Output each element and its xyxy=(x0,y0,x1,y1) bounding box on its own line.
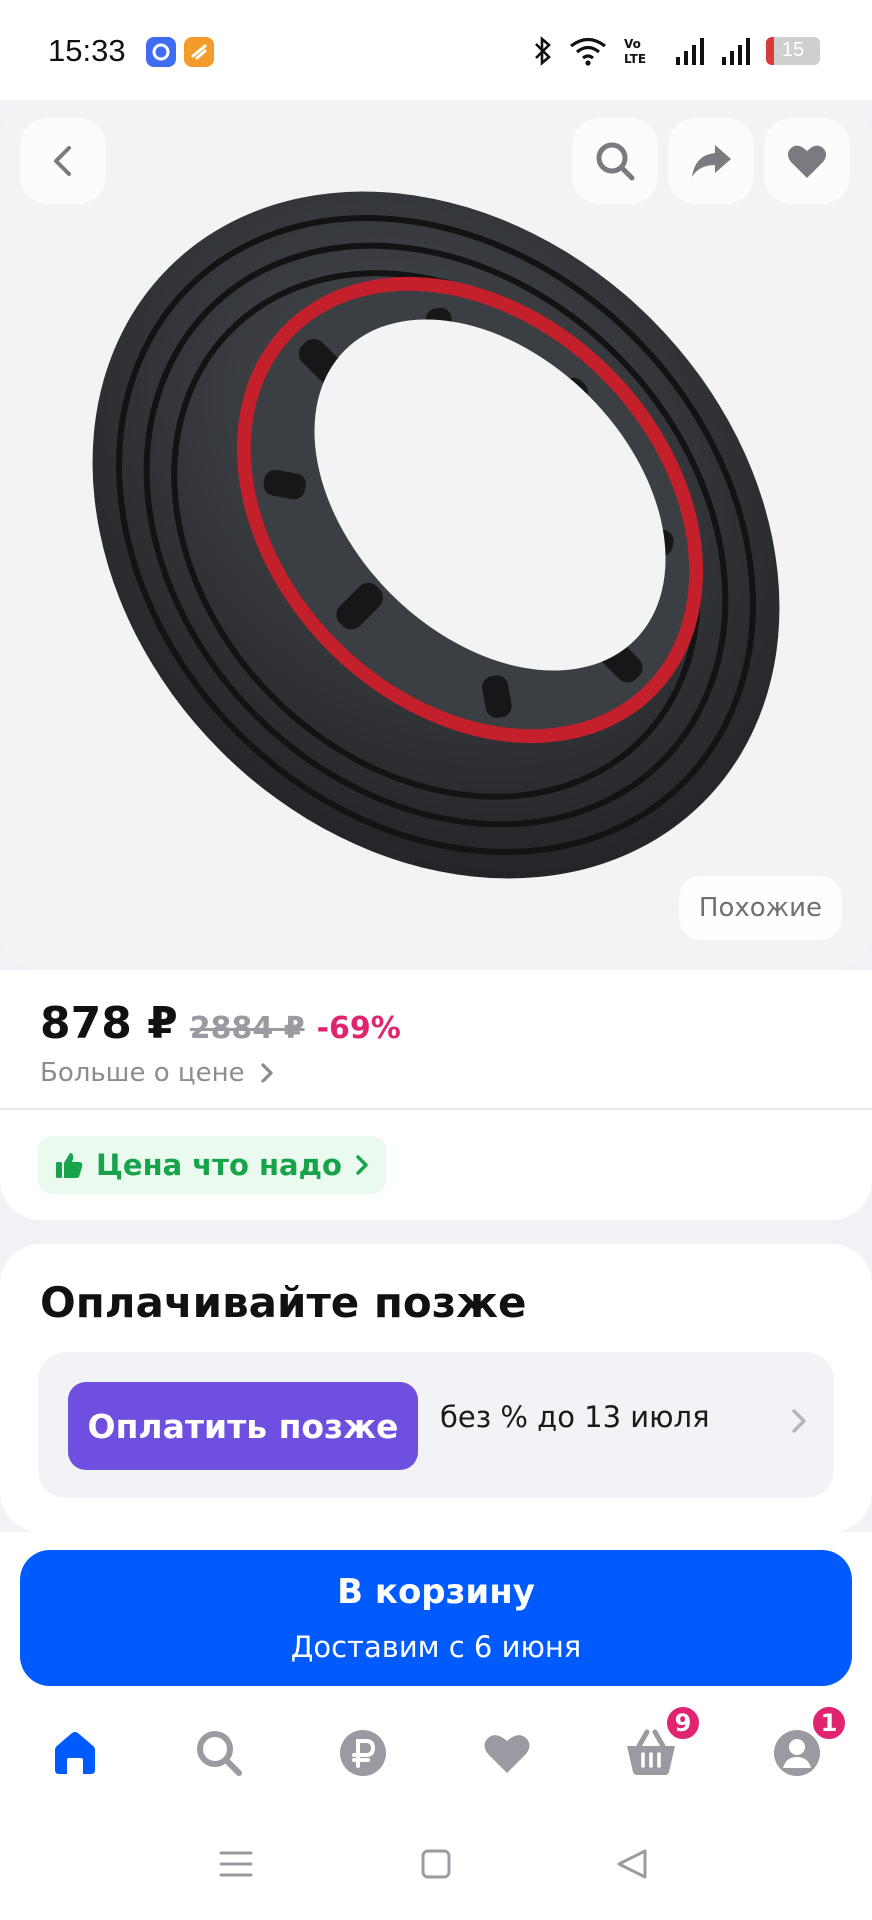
nav-search[interactable] xyxy=(184,1718,254,1788)
nav-favorites[interactable] xyxy=(472,1718,542,1788)
nav-home[interactable] xyxy=(40,1718,110,1788)
bottom-navigation: 9 1 xyxy=(0,1692,872,1810)
home-system-button[interactable] xyxy=(418,1846,454,1886)
divider xyxy=(0,1108,872,1110)
app-notification-icon xyxy=(184,37,214,67)
battery-level: 15 xyxy=(781,39,805,61)
price-section: 878 ₽ 2884 ₽ -69% Больше о цене Цена что… xyxy=(0,970,872,1220)
good-price-badge[interactable]: Цена что надо xyxy=(38,1136,386,1194)
thumbs-up-icon xyxy=(56,1153,83,1178)
pay-later-section: Оплачивайте позже Оплатить позже без % д… xyxy=(0,1244,872,1532)
chevron-right-icon xyxy=(356,1155,368,1175)
pay-later-title: Оплачивайте позже xyxy=(40,1278,527,1327)
add-to-cart-label: В корзину xyxy=(337,1572,535,1612)
search-icon xyxy=(197,1731,242,1776)
discount-badge: -69% xyxy=(316,1011,401,1046)
status-bar: 15:33 Vo LTE 15 xyxy=(0,0,872,100)
cart-bar: В корзину Доставим с 6 июня xyxy=(0,1532,872,1692)
nav-cart[interactable]: 9 xyxy=(616,1704,702,1788)
pay-later-terms: без % до 13 июля xyxy=(440,1400,710,1434)
price-row: 878 ₽ 2884 ₽ -69% xyxy=(40,998,401,1049)
system-navigation xyxy=(0,1810,872,1920)
chevron-left-icon xyxy=(54,146,71,176)
recents-button[interactable] xyxy=(218,1846,254,1886)
chevron-right-icon xyxy=(792,1409,806,1433)
add-to-cart-button[interactable]: В корзину Доставим с 6 июня xyxy=(20,1550,852,1686)
nav-profile[interactable]: 1 xyxy=(762,1704,848,1788)
signal-icon xyxy=(722,38,750,65)
bluetooth-icon xyxy=(535,36,551,66)
status-time: 15:33 xyxy=(48,33,126,68)
current-price: 878 ₽ xyxy=(40,998,178,1049)
share-icon xyxy=(692,145,731,177)
pay-later-button[interactable]: Оплатить позже xyxy=(68,1382,418,1470)
favorite-button[interactable] xyxy=(764,118,850,204)
more-about-price-label: Больше о цене xyxy=(40,1058,245,1088)
triangle-back-icon xyxy=(617,1849,647,1879)
nav-finance[interactable] xyxy=(328,1718,398,1788)
square-icon xyxy=(421,1849,451,1879)
ruble-icon xyxy=(340,1730,386,1776)
heart-icon xyxy=(484,1735,530,1773)
chevron-right-icon xyxy=(261,1063,273,1083)
heart-icon xyxy=(788,145,826,178)
app-notification-icon xyxy=(146,37,176,67)
search-icon xyxy=(596,142,635,181)
product-image-gallery[interactable]: Похожие xyxy=(0,100,872,970)
svg-text:Vo: Vo xyxy=(624,37,641,51)
pay-later-offer[interactable]: Оплатить позже без % до 13 июля xyxy=(38,1352,834,1498)
home-icon xyxy=(55,1732,95,1774)
old-price: 2884 ₽ xyxy=(189,1011,305,1046)
similar-products-button[interactable]: Похожие xyxy=(678,876,842,940)
profile-notification-badge: 1 xyxy=(810,1704,848,1742)
product-image xyxy=(92,191,780,879)
delivery-date: Доставим с 6 июня xyxy=(290,1630,582,1664)
cart-count-badge: 9 xyxy=(664,1704,702,1742)
volte-icon: VoLTE xyxy=(624,37,646,66)
signal-icon xyxy=(676,38,704,65)
good-price-label: Цена что надо xyxy=(96,1148,342,1182)
back-system-button[interactable] xyxy=(614,1846,650,1886)
share-button[interactable] xyxy=(668,118,754,204)
svg-text:LTE: LTE xyxy=(624,52,646,66)
back-button[interactable] xyxy=(20,118,106,204)
menu-icon xyxy=(219,1851,253,1877)
battery-icon: 15 xyxy=(766,37,820,65)
more-about-price-link[interactable]: Больше о цене xyxy=(40,1058,275,1088)
status-indicators: Vo LTE 15 xyxy=(532,35,820,67)
search-button[interactable] xyxy=(572,118,658,204)
wifi-icon xyxy=(570,37,606,66)
